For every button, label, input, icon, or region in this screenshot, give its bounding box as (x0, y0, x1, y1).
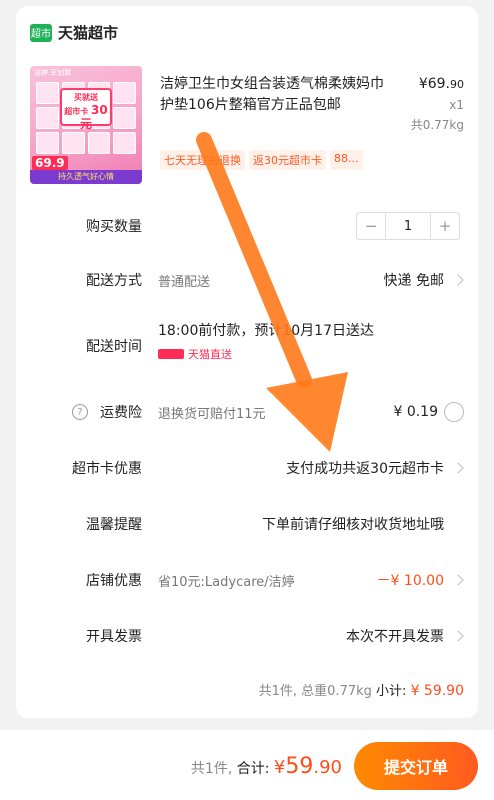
thumb-brand: 洁婷 军划算 (34, 69, 72, 77)
subtotal-amount: ¥ 59.90 (410, 683, 464, 699)
thumb-promo: 买就送 超市卡 30元 (60, 88, 112, 130)
subtotal-label: 小计: (376, 684, 407, 699)
reminder-label: 温馨提醒 (86, 517, 142, 533)
delivery-time-text: 18:00前付款，预计10月17日送达 (158, 323, 374, 339)
shop-discount-label: 店铺优惠 (86, 573, 142, 589)
tmall-direct-badge: 天猫直送 (158, 346, 232, 362)
increment-button[interactable]: + (431, 213, 459, 239)
chevron-right-icon[interactable] (452, 630, 464, 642)
product-price: ¥69.90 (418, 76, 464, 92)
thumb-price: 69.9 (32, 156, 68, 170)
order-card: 超市 天猫超市 洁婷 军划算 买就送 超市卡 30元 69.9 持久透气好心情 … (16, 6, 478, 718)
market-card-label: 超市卡优惠 (72, 461, 142, 477)
delivery-row[interactable]: 配送方式 普通配送 快递 免邮 (16, 268, 478, 292)
invoice-row[interactable]: 开具发票 本次不开具发票 (16, 624, 478, 648)
shop-discount-desc: 省10元:Ladycare/洁婷 (158, 574, 295, 590)
submit-order-button[interactable]: 提交订单 (354, 742, 478, 790)
delivery-fee: 快递 免邮 (383, 273, 444, 289)
reminder-text: 下单前请仔细核对收货地址哦 (262, 517, 444, 533)
decrement-button[interactable]: − (357, 213, 385, 239)
product-title[interactable]: 洁婷卫生巾女组合装透气棉柔姨妈巾护垫106片整箱官方正品包邮 (160, 74, 396, 116)
delivery-time-row: 配送时间 18:00前付款，预计10月17日送达 天猫直送 (16, 323, 478, 361)
delivery-time-label: 配送时间 (86, 339, 142, 355)
tag-market-card: 返30元超市卡 (249, 150, 326, 170)
product-quantity: x1 (449, 98, 464, 112)
reminder-row: 温馨提醒 下单前请仔细核对收货地址哦 (16, 512, 478, 536)
chevron-right-icon[interactable] (452, 274, 464, 286)
market-card-value: 支付成功共返30元超市卡 (286, 461, 444, 477)
insurance-label: 运费险 (100, 405, 142, 421)
quantity-label: 购买数量 (86, 219, 142, 235)
total-amount: ¥59.90 (273, 754, 342, 779)
order-total: 共1件, 合计: ¥59.90 (191, 754, 342, 779)
total-count: 共1件, (190, 761, 233, 777)
shop-discount-row[interactable]: 店铺优惠 省10元:Ladycare/洁婷 －¥ 10.00 (16, 568, 478, 592)
quantity-input[interactable]: 1 (385, 213, 431, 239)
shop-discount-amount: －¥ 10.00 (376, 573, 444, 589)
invoice-value: 本次不开具发票 (346, 629, 444, 645)
market-card-row[interactable]: 超市卡优惠 支付成功共返30元超市卡 (16, 456, 478, 480)
chevron-right-icon[interactable] (452, 462, 464, 474)
insurance-price: ¥ 0.19 (393, 404, 438, 420)
product-item[interactable]: 洁婷 军划算 买就送 超市卡 30元 69.9 持久透气好心情 洁婷卫生巾女组合… (30, 66, 464, 188)
total-label: 合计: (236, 761, 270, 777)
product-weight: 共0.77kg (410, 118, 464, 132)
insurance-radio[interactable] (444, 402, 464, 422)
subtotal: 共1件, 总重0.77kg 小计: ¥ 59.90 (259, 680, 464, 699)
store-name[interactable]: 天猫超市 (58, 22, 118, 43)
insurance-row[interactable]: ? 运费险 退换货可赔付11元 ¥ 0.19 (16, 400, 478, 424)
store-header: 超市 天猫超市 (30, 22, 118, 43)
tag-return: 七天无理由退换 (160, 150, 245, 170)
checkout-bar: 共1件, 合计: ¥59.90 提交订单 (0, 730, 494, 800)
delivery-method: 普通配送 (158, 274, 211, 290)
insurance-desc: 退换货可赔付11元 (158, 406, 266, 422)
thumb-slogan: 持久透气好心情 (30, 170, 142, 184)
tag-more: 88... (330, 150, 363, 170)
chevron-right-icon[interactable] (452, 574, 464, 586)
quantity-row: 购买数量 − 1 + (16, 212, 478, 240)
product-thumbnail[interactable]: 洁婷 军划算 买就送 超市卡 30元 69.9 持久透气好心情 (30, 66, 142, 184)
tmall-cat-icon (158, 349, 184, 359)
delivery-label: 配送方式 (86, 273, 142, 289)
invoice-label: 开具发票 (86, 629, 142, 645)
quantity-stepper[interactable]: − 1 + (356, 212, 460, 240)
product-tags: 七天无理由退换 返30元超市卡 88... (160, 150, 363, 170)
supermarket-logo-icon: 超市 (30, 23, 52, 42)
subtotal-summary: 共1件, 总重0.77kg (258, 684, 372, 699)
